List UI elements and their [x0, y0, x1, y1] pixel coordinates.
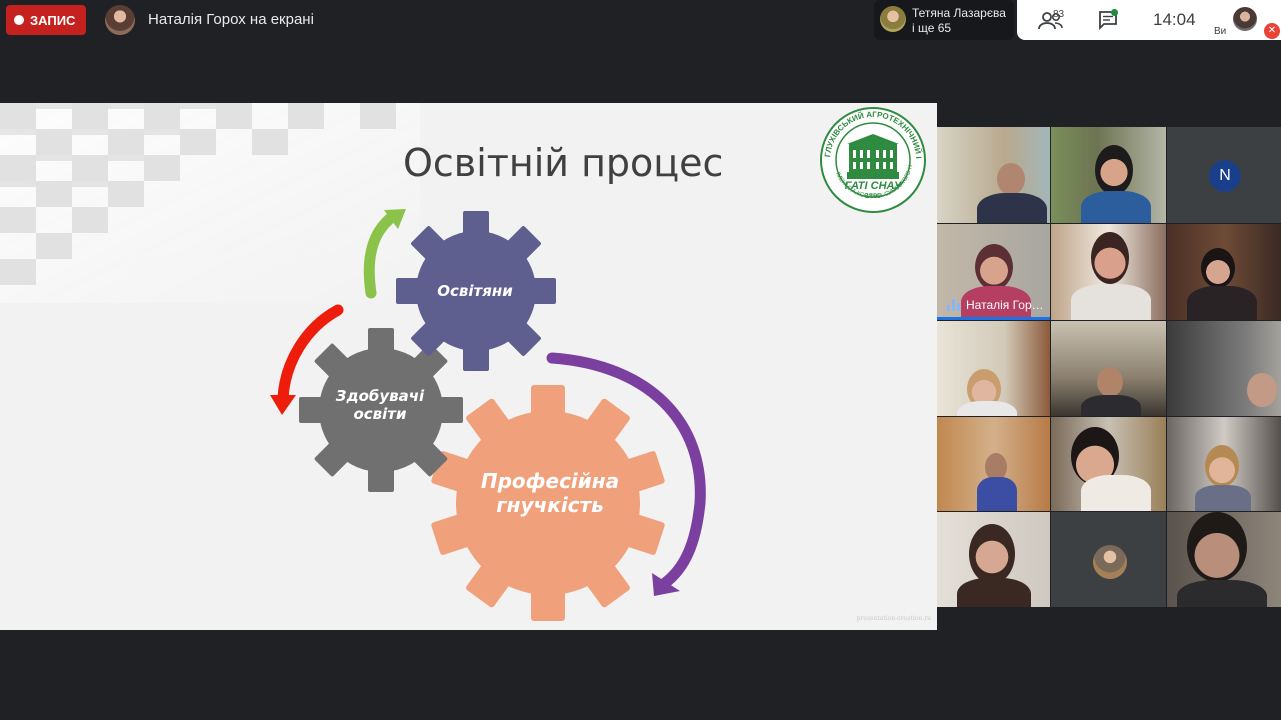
clock: 14:04	[1153, 10, 1196, 29]
active-speaker-chip[interactable]: Тетяна Лазарєва і ще 65	[874, 0, 1014, 40]
speaker-avatar	[880, 6, 906, 32]
presenter-avatar	[105, 5, 135, 35]
participant-video	[1095, 145, 1133, 195]
logo-abbr: ГАТІ СНАУ	[845, 180, 903, 192]
self-label: Ви	[1214, 26, 1227, 37]
speaking-indicator	[937, 317, 1050, 320]
slide-watermark: presentation-creation.ru	[856, 615, 931, 622]
participant-tile[interactable]	[1167, 224, 1281, 320]
participant-tile-speaking[interactable]: Наталія Гор…	[937, 224, 1050, 320]
participant-video	[997, 163, 1025, 195]
gear-label-students: Здобувачі освіти	[335, 387, 425, 423]
participant-initial-avatar: N	[1209, 160, 1241, 192]
participant-tile[interactable]	[1051, 417, 1166, 511]
participant-tile[interactable]	[937, 321, 1050, 416]
gear-label-educators: Освітяни	[437, 282, 513, 300]
speaking-icon	[947, 299, 960, 311]
participant-tile[interactable]	[1051, 224, 1166, 320]
self-avatar[interactable]	[1233, 7, 1257, 31]
participant-tile[interactable]	[1167, 417, 1281, 511]
participant-video	[1091, 232, 1129, 284]
presentation-slide: ГЛУХІВСЬКИЙ АГРОТЕХНІЧНИЙ ІНСТИТУТ ІМЕНІ…	[0, 103, 937, 630]
recording-badge[interactable]: ЗАПИС	[6, 5, 86, 35]
participant-video	[1201, 248, 1235, 288]
participant-avatar	[1093, 545, 1127, 579]
participant-tile[interactable]	[937, 512, 1050, 607]
recording-label: ЗАПИС	[30, 12, 76, 28]
participant-video	[1205, 445, 1239, 487]
record-dot-icon	[14, 15, 24, 25]
speaker-more-count: і ще 65	[912, 21, 952, 35]
participant-video	[1187, 512, 1247, 582]
meeting-controls-panel: 83 14:04 Ви ✕	[1017, 0, 1281, 40]
participant-tile[interactable]: N	[1167, 127, 1281, 223]
participant-name-overlay: Наталія Гор…	[947, 298, 1044, 312]
participant-tile[interactable]	[1051, 512, 1166, 607]
participant-tile[interactable]	[937, 127, 1050, 223]
logo-year: 1899	[865, 193, 881, 200]
mic-off-icon: ✕	[1264, 23, 1280, 39]
logo-ring-text: ГЛУХІВСЬКИЙ АГРОТЕХНІЧНИЙ ІНСТИТУТ ІМЕНІ…	[820, 107, 923, 200]
participant-tile[interactable]	[1051, 127, 1166, 223]
participant-name: Наталія Гор…	[966, 298, 1044, 312]
slide-title: Освітній процес	[403, 141, 724, 185]
decorative-tiles	[0, 103, 420, 303]
gear-label-flexibility: Професійна гнучкість	[480, 469, 620, 517]
svg-text:ГЛУХІВСЬКИЙ АГРОТЕХНІЧНИЙ ІНСТ: ГЛУХІВСЬКИЙ АГРОТЕХНІЧНИЙ ІНСТИТУТ	[820, 107, 923, 159]
participant-tile[interactable]	[1167, 512, 1281, 607]
participant-video	[969, 524, 1015, 584]
participant-video	[1097, 367, 1123, 397]
participant-video	[975, 244, 1013, 290]
participant-tile[interactable]	[1167, 321, 1281, 416]
people-count: 83	[1053, 9, 1065, 20]
logo-ring-title: ГЛУХІВСЬКИЙ АГРОТЕХНІЧНИЙ ІНСТИТУТ	[820, 107, 923, 159]
participant-tile[interactable]	[937, 417, 1050, 511]
chat-notification-dot	[1111, 9, 1118, 16]
participant-tile[interactable]	[1051, 321, 1166, 416]
speaker-name: Тетяна Лазарєва	[912, 6, 1006, 20]
participant-video	[1247, 373, 1277, 407]
presenter-status-text: Наталія Горох на екрані	[148, 11, 314, 28]
